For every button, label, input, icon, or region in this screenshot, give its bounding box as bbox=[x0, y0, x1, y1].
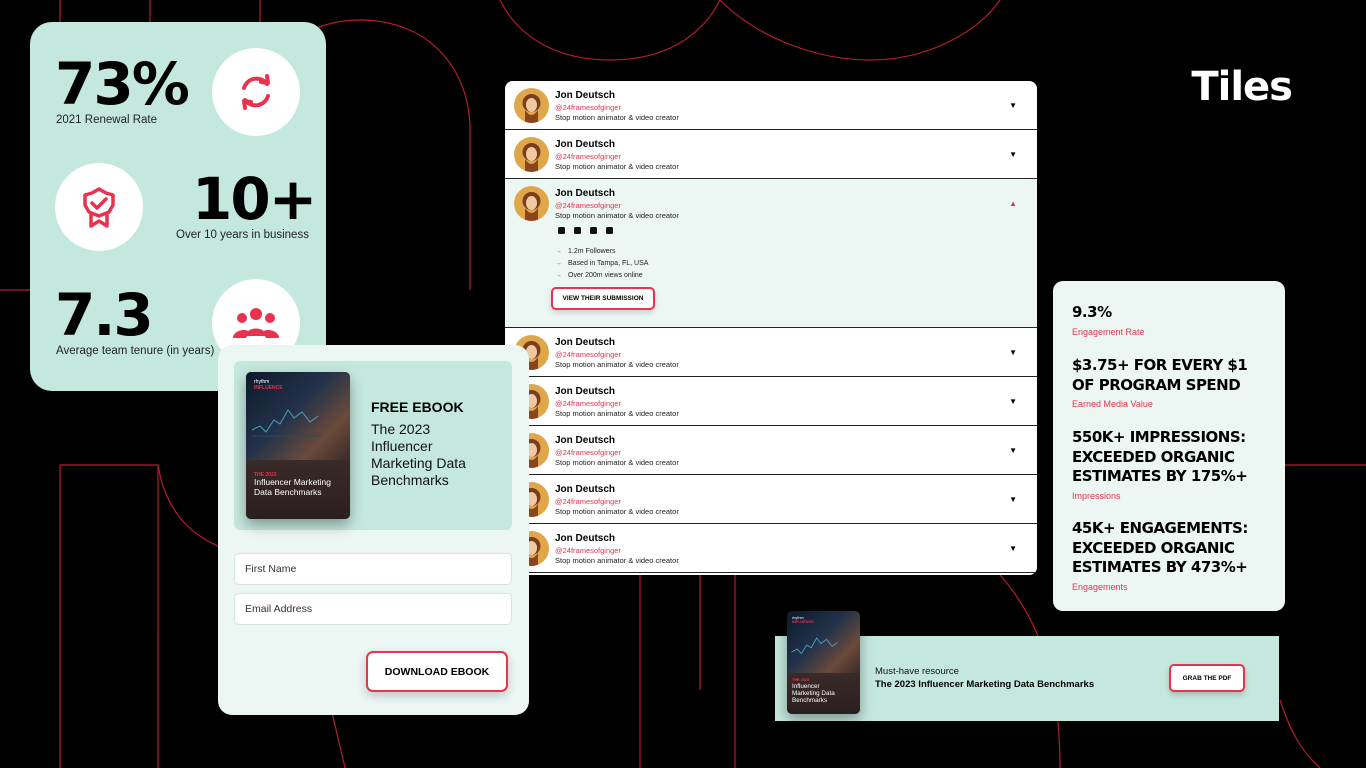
chevron-down-icon[interactable]: ▼ bbox=[1009, 150, 1017, 159]
download-ebook-button[interactable]: DOWNLOAD EBOOK bbox=[366, 651, 508, 692]
metric-impressions: 550K+ IMPRESSIONS: EXCEEDED ORGANIC ESTI… bbox=[1072, 428, 1272, 501]
creator-handle[interactable]: @24framesofginger bbox=[555, 399, 621, 408]
resource-cover-brand: rhythm INFLUENCE bbox=[792, 616, 814, 625]
creator-list: Jon Deutsch @24framesofginger Stop motio… bbox=[505, 81, 1037, 575]
creator-description: Stop motion animator & video creator bbox=[555, 211, 679, 220]
social-links bbox=[557, 226, 613, 234]
creator-name: Jon Deutsch bbox=[555, 188, 616, 199]
arrow-right-icon: → bbox=[555, 247, 562, 255]
view-submission-button[interactable]: VIEW THEIR SUBMISSION bbox=[551, 287, 655, 310]
creator-row[interactable]: Jon Deutsch @24framesofginger Stop motio… bbox=[505, 426, 1037, 475]
creator-row[interactable]: Jon Deutsch @24framesofginger Stop motio… bbox=[505, 130, 1037, 179]
resource-title: The 2023 Influencer Marketing Data Bench… bbox=[875, 679, 1095, 690]
creator-details: → 1.2m Followers → Based in Tampa, FL, USA →… bbox=[555, 245, 648, 281]
metric-earned-media: $3.75+ FOR EVERY $1 OF PROGRAM SPEND Ear… bbox=[1072, 356, 1272, 409]
ebook-kicker: FREE EBOOK bbox=[371, 399, 464, 415]
avatar bbox=[514, 88, 549, 123]
creator-row[interactable]: Jon Deutsch @24framesofginger Stop motio… bbox=[505, 81, 1037, 130]
ebook-title: The 2023 Influencer Marketing Data Bench… bbox=[371, 421, 466, 488]
metrics-card: 9.3% Engagement Rate $3.75+ FOR EVERY $1… bbox=[1053, 281, 1285, 611]
ebook-cover-brand: rhythm INFLUENCE bbox=[254, 379, 283, 391]
chevron-down-icon[interactable]: ▼ bbox=[1009, 348, 1017, 357]
creator-handle[interactable]: @24framesofginger bbox=[555, 497, 621, 506]
stat-label-renewal: 2021 Renewal Rate bbox=[56, 114, 158, 126]
metric-value: 550K+ IMPRESSIONS: EXCEEDED ORGANIC ESTI… bbox=[1072, 428, 1248, 485]
resource-kicker: Must-have resource bbox=[875, 666, 959, 677]
metric-label: Impressions bbox=[1072, 490, 1121, 501]
award-badge-icon bbox=[55, 163, 143, 251]
creator-handle[interactable]: @24framesofginger bbox=[555, 350, 621, 359]
creator-handle[interactable]: @24framesofginger bbox=[555, 448, 621, 457]
creator-name: Jon Deutsch bbox=[555, 90, 616, 101]
creator-detail-item: → Based in Tampa, FL, USA bbox=[555, 259, 649, 267]
creator-row[interactable]: Jon Deutsch @24framesofginger Stop motio… bbox=[505, 524, 1037, 573]
first-name-field[interactable]: First Name bbox=[234, 553, 512, 585]
resource-cover-year: THE 2023 bbox=[792, 678, 810, 682]
creator-row[interactable]: Jon Deutsch @24framesofginger Stop motio… bbox=[505, 328, 1037, 377]
creator-name: Jon Deutsch bbox=[555, 533, 616, 544]
creator-name: Jon Deutsch bbox=[555, 337, 616, 348]
resource-banner: rhythm INFLUENCE THE 2023 Influencer Mar… bbox=[775, 611, 1279, 721]
creator-name: Jon Deutsch bbox=[555, 386, 616, 397]
chevron-down-icon[interactable]: ▼ bbox=[1009, 397, 1017, 406]
creator-description: Stop motion animator & video creator bbox=[555, 458, 679, 467]
chevron-down-icon[interactable]: ▼ bbox=[1009, 446, 1017, 455]
stat-value-renewal: 73% bbox=[55, 50, 190, 118]
stats-card: 73% 2021 Renewal Rate 10+ Over 10 years … bbox=[30, 22, 326, 391]
chevron-down-icon[interactable]: ▼ bbox=[1009, 544, 1017, 553]
youtube-icon[interactable] bbox=[605, 226, 613, 234]
chevron-up-icon[interactable]: ▲ bbox=[1009, 199, 1017, 208]
page-title: Tiles bbox=[1191, 64, 1293, 110]
creator-description: Stop motion animator & video creator bbox=[555, 409, 679, 418]
creator-description: Stop motion animator & video creator bbox=[555, 360, 679, 369]
metric-value: $3.75+ FOR EVERY $1 OF PROGRAM SPEND bbox=[1072, 356, 1248, 394]
twitter-icon[interactable] bbox=[557, 226, 565, 234]
metric-label: Earned Media Value bbox=[1072, 399, 1153, 409]
arrow-right-icon: → bbox=[555, 271, 562, 279]
creator-handle[interactable]: @24framesofginger bbox=[555, 546, 621, 555]
creator-description: Stop motion animator & video creator bbox=[555, 162, 679, 171]
creator-description: Stop motion animator & video creator bbox=[555, 507, 679, 516]
ebook-signup-card: rhythm INFLUENCE THE 2023 Influencer Mar… bbox=[218, 345, 529, 715]
metric-label: Engagement Rate bbox=[1072, 326, 1145, 337]
creator-row[interactable]: Jon Deutsch @24framesofginger Stop motio… bbox=[505, 377, 1037, 426]
avatar bbox=[514, 186, 549, 221]
creator-handle[interactable]: @24framesofginger bbox=[555, 103, 621, 112]
tiktok-icon[interactable] bbox=[573, 226, 581, 234]
creator-row[interactable]: Jon Deutsch @24framesofginger Stop motio… bbox=[505, 573, 1037, 575]
ebook-cover-image: rhythm INFLUENCE THE 2023 Influencer Mar… bbox=[246, 372, 350, 519]
avatar bbox=[514, 137, 549, 172]
resource-cover-title: Influencer Marketing Data Benchmarks bbox=[792, 683, 835, 705]
metric-engagements: 45K+ ENGAGEMENTS: EXCEEDED ORGANIC ESTIM… bbox=[1072, 519, 1272, 592]
email-field[interactable]: Email Address bbox=[234, 593, 512, 625]
creator-name: Jon Deutsch bbox=[555, 435, 616, 446]
metric-value: 45K+ ENGAGEMENTS: EXCEEDED ORGANIC ESTIM… bbox=[1072, 519, 1248, 576]
ebook-cover-title: Influencer Marketing Data Benchmarks bbox=[254, 477, 332, 497]
chevron-down-icon[interactable]: ▼ bbox=[1009, 495, 1017, 504]
creator-handle[interactable]: @24framesofginger bbox=[555, 152, 621, 161]
stat-label-years: Over 10 years in business bbox=[176, 229, 309, 241]
creator-name: Jon Deutsch bbox=[555, 484, 616, 495]
metric-label: Engagements bbox=[1072, 581, 1128, 592]
stat-value-years: 10+ bbox=[192, 165, 317, 233]
instagram-icon[interactable] bbox=[589, 226, 597, 234]
creator-name: Jon Deutsch bbox=[555, 139, 616, 150]
creator-row[interactable]: Jon Deutsch @24framesofginger Stop motio… bbox=[505, 179, 1037, 328]
metric-engagement-rate: 9.3% Engagement Rate bbox=[1072, 303, 1272, 337]
chevron-down-icon[interactable]: ▼ bbox=[1009, 101, 1017, 110]
stat-value-tenure: 7.3 bbox=[55, 281, 154, 349]
metric-value: 9.3% bbox=[1072, 303, 1112, 321]
creator-detail-item: → Over 200m views online bbox=[555, 271, 643, 279]
arrow-right-icon: → bbox=[555, 259, 562, 267]
creator-description: Stop motion animator & video creator bbox=[555, 556, 679, 565]
refresh-icon bbox=[212, 48, 300, 136]
creator-detail-item: → 1.2m Followers bbox=[555, 247, 616, 255]
creator-handle[interactable]: @24framesofginger bbox=[555, 201, 621, 210]
creator-row[interactable]: Jon Deutsch @24framesofginger Stop motio… bbox=[505, 475, 1037, 524]
grab-pdf-button[interactable]: GRAB THE PDF bbox=[1169, 664, 1245, 692]
creator-description: Stop motion animator & video creator bbox=[555, 113, 679, 122]
resource-cover-image: rhythm INFLUENCE THE 2023 Influencer Mar… bbox=[787, 611, 860, 714]
stat-label-tenure: Average team tenure (in years) bbox=[56, 345, 215, 357]
